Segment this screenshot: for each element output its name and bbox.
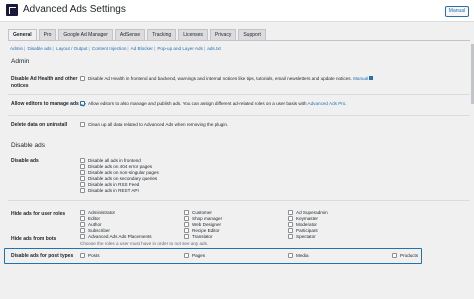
tab-pro[interactable]: Pro (38, 29, 57, 40)
role-checkbox[interactable] (288, 222, 293, 227)
tab-tracking[interactable]: Tracking (147, 29, 177, 40)
role-checkbox[interactable] (184, 222, 189, 227)
role-label: Web Designer (192, 222, 222, 227)
role-label: Shop manager (192, 216, 223, 221)
role-label: Translator (192, 234, 213, 239)
role-checkbox[interactable] (184, 210, 189, 215)
disable-rss-checkbox[interactable] (80, 182, 85, 187)
delete-data-text: Clean up all data related to Advanced Ad… (88, 122, 229, 127)
role-label: Subscriber (88, 228, 110, 233)
delete-data-checkbox[interactable] (80, 122, 85, 127)
post-type-label: Pages (192, 253, 206, 258)
role-checkbox[interactable] (184, 234, 189, 239)
disable-option-label: Disable ads on 404 error pages (88, 164, 153, 169)
role-label: Author (88, 222, 102, 227)
advanced-ads-pro-link[interactable]: Advanced Ads Pro. (308, 101, 347, 106)
role-checkbox[interactable] (288, 216, 293, 221)
divider (8, 200, 470, 201)
top-bar: Advanced Ads Settings Manual (0, 0, 474, 22)
allow-editors-text: Allow editors to also manage and publish… (88, 101, 347, 106)
role-label: Administrator (88, 210, 116, 215)
post-type-media-checkbox[interactable] (288, 253, 293, 258)
external-link-icon (369, 76, 374, 80)
link-content-injection[interactable]: Content Injection (92, 46, 126, 51)
tabs-divider (8, 40, 470, 41)
disable-ads-heading: Disable ads (11, 142, 45, 149)
ad-health-manual-link[interactable]: Manual (353, 76, 368, 81)
link-disable-ads[interactable]: Disable ads (28, 46, 52, 51)
disable-ads-label: Disable ads (11, 158, 39, 164)
post-type-products-checkbox[interactable] (392, 253, 397, 258)
role-checkbox[interactable] (288, 210, 293, 215)
disable-option-label: Disable ads in REST API (88, 188, 139, 193)
ad-health-label: Disable Ad Health and other notices (11, 76, 78, 89)
disable-404-checkbox[interactable] (80, 164, 85, 169)
tab-privacy[interactable]: Privacy (209, 29, 237, 40)
admin-heading: Admin (11, 58, 30, 65)
manual-button[interactable]: Manual (445, 6, 469, 17)
hide-ads-from-bots-label: Hide ads from bots (11, 236, 57, 242)
section-links: Admin| Disable ads| Layout / Output| Con… (10, 46, 221, 51)
settings-tabs: General Pro Google Ad Manager AdSense Tr… (8, 29, 268, 40)
role-label: Ad Superadmin (296, 210, 328, 215)
advanced-ads-logo-icon (6, 4, 18, 16)
role-label: Editor (88, 216, 101, 221)
role-checkbox[interactable] (288, 234, 293, 239)
role-label: Recipe Editor (192, 228, 220, 233)
divider (8, 115, 470, 116)
role-checkbox[interactable] (288, 228, 293, 233)
disable-option-label: Disable ads on secondary queries (88, 176, 158, 181)
role-checkbox[interactable] (80, 210, 85, 215)
disable-option-label: Disable ads on non-singular pages (88, 170, 159, 175)
tab-support[interactable]: Support (238, 29, 266, 40)
role-checkbox[interactable] (184, 228, 189, 233)
role-checkbox[interactable] (80, 228, 85, 233)
disable-option-label: Disable ads in RSS Feed (88, 182, 140, 187)
allow-editors-label: Allow editors to manage ads (11, 101, 79, 107)
tab-adsense[interactable]: AdSense (114, 29, 146, 40)
role-label: Keymaster (296, 216, 318, 221)
post-type-label: Posts (88, 253, 100, 258)
post-type-label: Products (400, 253, 419, 258)
hide-ads-user-roles-label: Hide ads for user roles (11, 211, 66, 217)
delete-data-label: Delete data on uninstall (11, 122, 68, 128)
role-label: Customer (192, 210, 212, 215)
ad-health-checkbox[interactable] (80, 76, 85, 81)
role-checkbox[interactable] (184, 216, 189, 221)
link-layout-output[interactable]: Layout / Output (56, 46, 87, 51)
link-ads-txt[interactable]: ads.txt (207, 46, 221, 51)
link-popup-layer-ads[interactable]: Pop-up and Layer Ads (157, 46, 202, 51)
post-type-pages-checkbox[interactable] (184, 253, 189, 258)
tab-google-ad-manager[interactable]: Google Ad Manager (58, 29, 113, 40)
role-label: Spectator (296, 234, 316, 239)
ad-health-text: Disable Ad Health in frontend and backen… (88, 76, 374, 81)
disable-secondary-queries-checkbox[interactable] (80, 176, 85, 181)
role-checkbox[interactable] (80, 216, 85, 221)
allow-editors-checkbox[interactable] (80, 101, 85, 106)
link-ad-blocker[interactable]: Ad Blocker (131, 46, 153, 51)
tab-general[interactable]: General (8, 29, 37, 40)
role-label: Moderator (296, 222, 317, 227)
role-label: Advanced Ads Ads Placements (88, 234, 152, 239)
disable-option-label: Disable all ads in frontend (88, 158, 141, 163)
post-type-label: Media (296, 253, 309, 258)
disable-rest-api-checkbox[interactable] (80, 188, 85, 193)
disable-non-singular-checkbox[interactable] (80, 170, 85, 175)
link-admin[interactable]: Admin (10, 46, 23, 51)
role-label: Participant (296, 228, 318, 233)
disable-all-ads-checkbox[interactable] (80, 158, 85, 163)
post-types-label: Disable ads for post types (11, 253, 74, 259)
page-title: Advanced Ads Settings (23, 4, 126, 15)
tab-licenses[interactable]: Licenses (178, 29, 208, 40)
post-type-posts-checkbox[interactable] (80, 253, 85, 258)
role-checkbox[interactable] (80, 222, 85, 227)
divider (8, 94, 470, 95)
